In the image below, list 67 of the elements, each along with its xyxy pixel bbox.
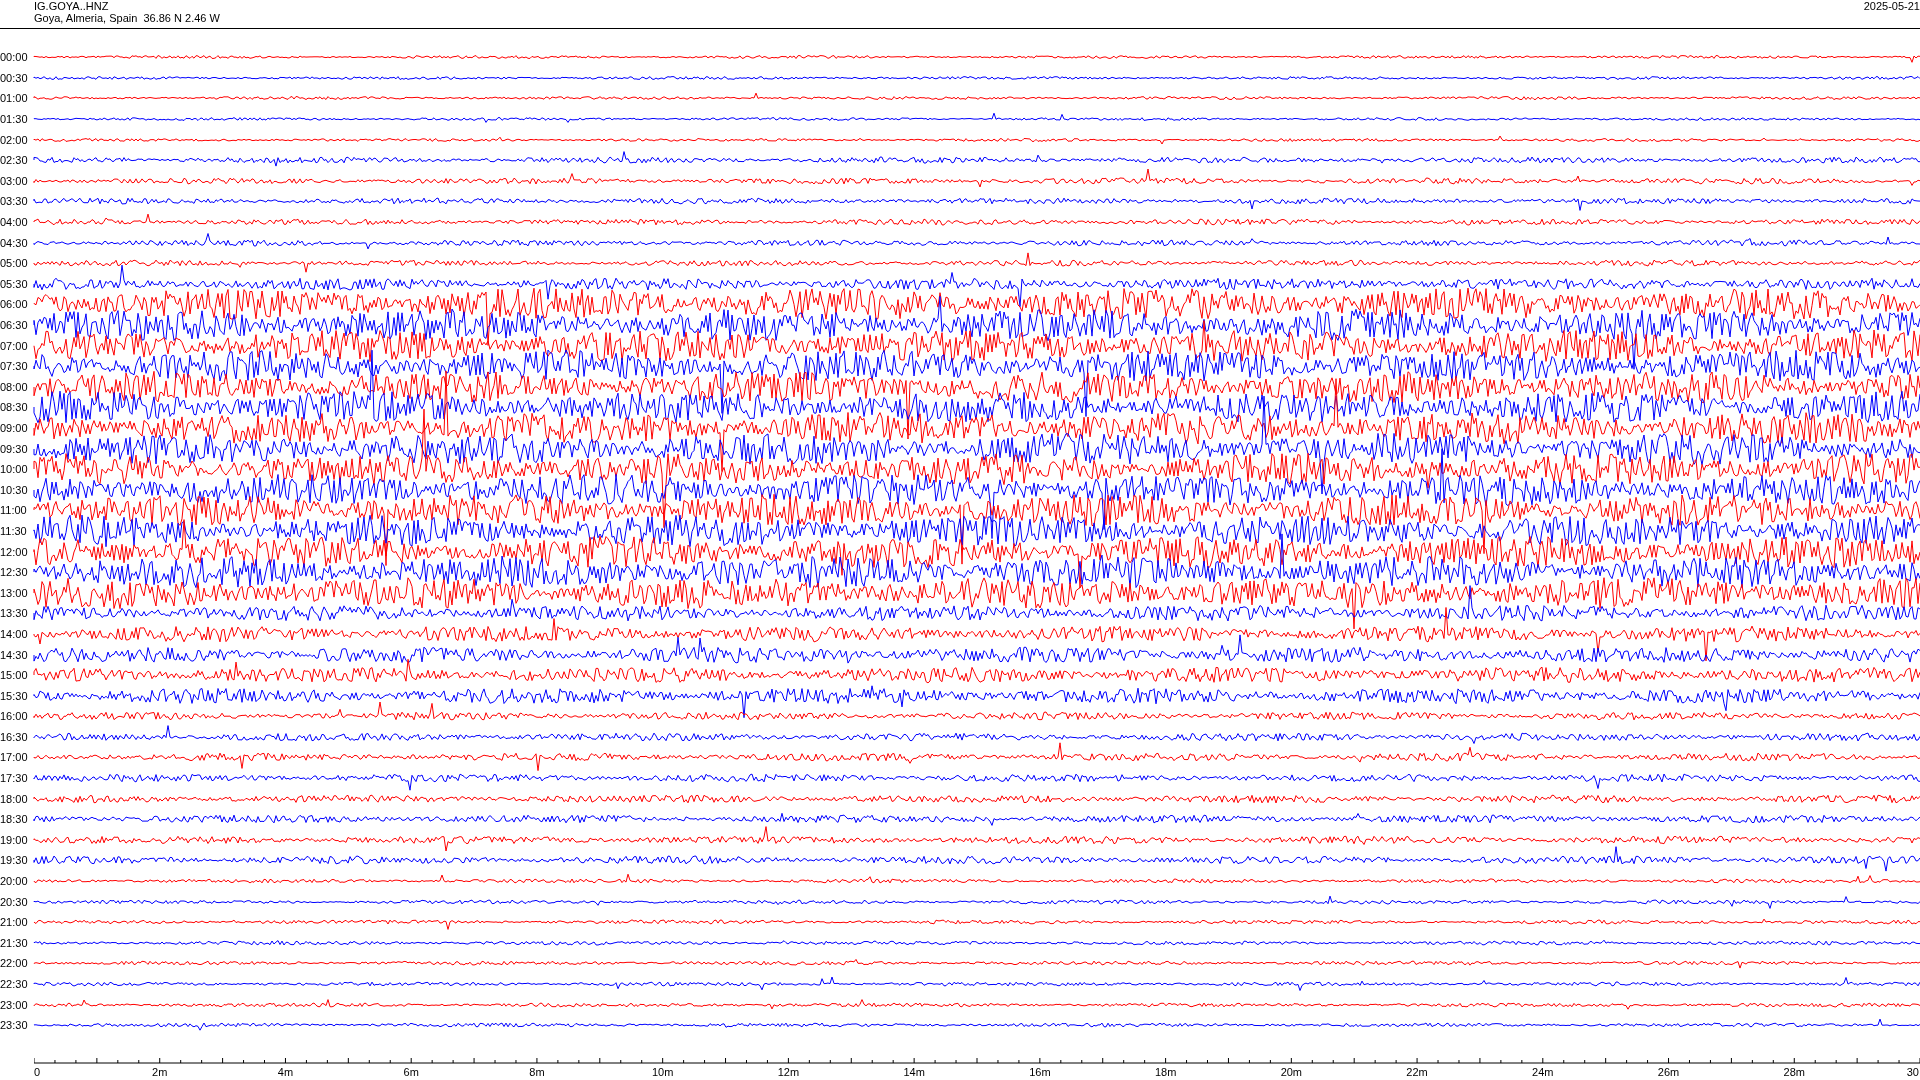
axis-label: 18m — [1154, 1066, 1177, 1078]
time-label: 20:30 — [0, 895, 29, 908]
time-label: 15:30 — [0, 689, 29, 702]
time-label: 18:00 — [0, 792, 29, 805]
time-label: 05:30 — [0, 277, 29, 290]
time-label: 02:00 — [0, 133, 29, 146]
time-label: 04:30 — [0, 236, 29, 249]
axis-label: 30 — [1906, 1066, 1919, 1078]
axis-label: 8m — [529, 1066, 545, 1078]
time-label: 13:30 — [0, 607, 29, 620]
time-label: 01:30 — [0, 113, 29, 126]
time-label: 23:00 — [0, 998, 29, 1011]
time-label: 20:00 — [0, 875, 29, 888]
time-label: 16:00 — [0, 710, 29, 723]
axis-label: 14m — [903, 1066, 925, 1078]
time-label: 23:30 — [0, 1019, 29, 1032]
axis-label: 0 — [34, 1066, 41, 1078]
time-label: 10:00 — [0, 463, 29, 476]
time-label: 10:30 — [0, 483, 29, 496]
axis-label: 26m — [1657, 1066, 1680, 1078]
axis-label: 10m — [651, 1066, 674, 1078]
time-label: 00:30 — [0, 71, 29, 84]
time-label: 09:00 — [0, 422, 29, 434]
time-label: 14:00 — [0, 627, 29, 640]
time-label: 15:00 — [0, 669, 29, 682]
time-label: 14:30 — [0, 648, 29, 661]
station-location: Goya, Almeria, Spain 36.86 N 2.46 W — [34, 12, 220, 24]
time-label: 19:00 — [0, 833, 29, 846]
time-label: 12:30 — [0, 566, 29, 579]
station-code: IG.GOYA..HNZ — [34, 0, 110, 12]
time-label: 09:30 — [0, 442, 29, 455]
axis-label: 24m — [1532, 1066, 1554, 1078]
axis-label: 20m — [1280, 1066, 1303, 1078]
time-label: 02:30 — [0, 154, 29, 167]
time-label: 21:30 — [0, 936, 29, 949]
time-label: 17:30 — [0, 772, 29, 785]
time-label: 13:00 — [0, 586, 29, 599]
date-label: 2025-05-21 — [1863, 0, 1920, 14]
axis-label: 22m — [1406, 1066, 1428, 1078]
time-label: 22:00 — [0, 957, 29, 970]
time-label: 03:00 — [0, 174, 29, 187]
time-label: 01:00 — [0, 92, 29, 105]
axis-label: 4m — [277, 1066, 294, 1078]
time-label: 19:30 — [0, 854, 29, 867]
time-label: 21:00 — [0, 916, 29, 929]
time-label: 00:00 — [0, 51, 29, 64]
time-label: 17:00 — [0, 751, 29, 764]
time-label: 18:30 — [0, 813, 29, 826]
time-label: 08:00 — [0, 380, 29, 393]
time-label: 07:30 — [0, 360, 29, 373]
time-label: 05:00 — [0, 257, 29, 270]
time-label: 16:30 — [0, 730, 29, 743]
axis-label: 16m — [1029, 1066, 1051, 1078]
time-label: 06:30 — [0, 319, 29, 331]
time-label: 22:30 — [0, 978, 29, 990]
time-label: 11:30 — [0, 524, 28, 537]
axis-label: 12m — [777, 1066, 800, 1078]
time-label: 12:00 — [0, 545, 29, 558]
axis-label: 6m — [403, 1066, 419, 1078]
time-label: 06:00 — [0, 298, 29, 311]
time-label: 03:30 — [0, 195, 29, 208]
time-label: 04:00 — [0, 216, 29, 229]
time-label: 07:00 — [0, 339, 29, 352]
time-label: 11:00 — [0, 504, 28, 517]
time-label: 08:30 — [0, 401, 29, 414]
axis-label: 2m — [152, 1066, 168, 1078]
axis-label: 28m — [1783, 1066, 1805, 1078]
